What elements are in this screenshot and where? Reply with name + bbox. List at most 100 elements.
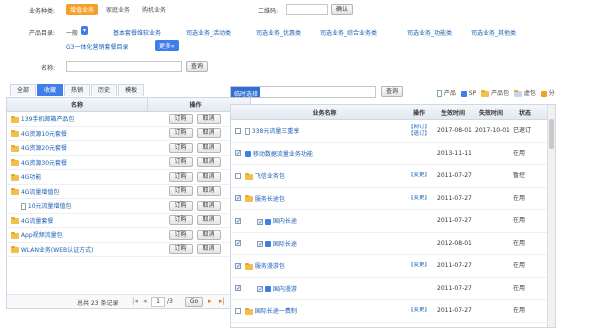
list-item[interactable]: 4G流量套餐 订购 取消: [7, 214, 250, 228]
cancel-button[interactable]: 取消: [196, 200, 221, 211]
table-row[interactable]: 338元流量三重享 【网订】【退订】 2017-08-01 2017-10-01 已退订: [231, 120, 555, 143]
order-button[interactable]: 订购: [168, 215, 193, 226]
category-item-g3[interactable]: G3一体化营销套餐目录: [66, 42, 128, 51]
row-checkbox[interactable]: [257, 241, 263, 248]
row-checkbox[interactable]: [235, 262, 241, 269]
row-checkbox[interactable]: [235, 307, 241, 314]
order-button[interactable]: 订购: [168, 157, 193, 168]
product-name[interactable]: 4G资源10元套餐: [21, 131, 67, 138]
right-scrollbar-thumb[interactable]: [549, 119, 554, 149]
row-checkbox[interactable]: [235, 172, 241, 179]
selection-search-input[interactable]: 临时选择: [230, 86, 376, 98]
order-button[interactable]: 订购: [168, 244, 193, 255]
cancel-button[interactable]: 取消: [196, 128, 221, 139]
biz-name[interactable]: 国际长途: [273, 241, 297, 248]
cancel-button[interactable]: 取消: [196, 244, 221, 255]
selection-search-button[interactable]: 查询: [381, 86, 403, 97]
list-item[interactable]: 4G流量增值包 订购 取消: [7, 185, 250, 199]
qr-confirm-button[interactable]: 确认: [331, 4, 353, 15]
biz-type-home[interactable]: 家庭业务: [106, 5, 130, 14]
table-row[interactable]: 国际长途一费制 【变更】 2011-07-27 在用: [231, 300, 555, 323]
order-button[interactable]: 订购: [168, 113, 193, 124]
biz-type-phone[interactable]: 购机业务: [142, 5, 166, 14]
tab-favorites[interactable]: 收藏: [37, 84, 64, 96]
row-checkbox[interactable]: [235, 240, 241, 247]
right-scrollbar[interactable]: [547, 105, 555, 327]
product-name[interactable]: WLAN业务(WEB认证方式): [21, 247, 94, 254]
table-row[interactable]: 国际长途 2012-08-01 在用: [231, 233, 555, 255]
table-row[interactable]: 移动数据流量业务功能 2013-11-11 在用: [231, 143, 555, 165]
category-item-activity[interactable]: 司选业务_活动类: [186, 28, 231, 37]
biz-name[interactable]: 国内长途: [273, 218, 297, 225]
order-button[interactable]: 订购: [168, 142, 193, 153]
cancel-button[interactable]: 取消: [196, 157, 221, 168]
row-op-link[interactable]: 【变更】: [404, 262, 434, 269]
category-dropdown-icon[interactable]: ▾: [81, 26, 89, 35]
biz-name[interactable]: 338元流量三重享: [252, 128, 299, 135]
list-item[interactable]: 4G资源10元套餐 订购 取消: [7, 127, 250, 141]
row-checkbox[interactable]: [235, 195, 241, 202]
product-name[interactable]: App视频流量包: [21, 232, 63, 239]
row-checkbox[interactable]: [235, 127, 241, 134]
order-button[interactable]: 订购: [168, 229, 193, 240]
product-name[interactable]: 4G功能: [21, 174, 41, 181]
order-button[interactable]: 订购: [168, 128, 193, 139]
product-name[interactable]: 4G流量套餐: [21, 218, 53, 225]
pager-page-input[interactable]: 1: [151, 297, 165, 307]
biz-name[interactable]: 移动数据流量业务功能: [253, 151, 313, 158]
list-item[interactable]: 4G资源20元套餐 订购 取消: [7, 141, 250, 156]
category-more-button[interactable]: 更多»: [155, 40, 179, 51]
row-checkbox[interactable]: [235, 217, 241, 224]
name-search-button[interactable]: 查询: [186, 61, 208, 72]
pager-go-button[interactable]: Go: [185, 296, 203, 307]
tab-history[interactable]: 历史: [91, 84, 118, 96]
cancel-button[interactable]: 取消: [196, 215, 221, 226]
category-level-general[interactable]: 一般: [66, 28, 78, 37]
list-item[interactable]: App视频流量包 订购 取消: [7, 228, 250, 243]
pager-last-icon[interactable]: ▸|: [219, 297, 225, 305]
name-input[interactable]: [66, 61, 182, 72]
product-name[interactable]: 139手机邮箱产品包: [21, 116, 74, 123]
cancel-button[interactable]: 取消: [196, 113, 221, 124]
category-item-basic[interactable]: 基本套餐维较业务: [113, 28, 161, 37]
biz-name[interactable]: 国内漫游: [273, 286, 297, 293]
biz-name[interactable]: 服务长途包: [255, 196, 285, 203]
table-row[interactable]: 服务漫游包 【变更】2011-07-27 在用: [231, 255, 555, 278]
biz-name[interactable]: 服务漫游包: [255, 263, 285, 270]
row-checkbox[interactable]: [235, 285, 241, 292]
product-name[interactable]: 4G资源20元套餐: [21, 145, 67, 152]
row-op-link[interactable]: 【变更】: [404, 307, 434, 314]
cancel-button[interactable]: 取消: [196, 171, 221, 182]
order-button[interactable]: 订购: [168, 186, 193, 197]
list-item[interactable]: 4G功能 订购 取消: [7, 170, 250, 185]
product-name[interactable]: 4G资源30元套餐: [21, 160, 67, 167]
category-item-discount[interactable]: 司选业务_优惠类: [256, 28, 301, 37]
product-name[interactable]: 4G流量增值包: [21, 189, 59, 196]
order-button[interactable]: 订购: [168, 171, 193, 182]
row-checkbox[interactable]: [235, 150, 241, 157]
row-checkbox[interactable]: [257, 218, 263, 225]
row-op-link[interactable]: 【变更】: [404, 172, 434, 179]
tab-hot[interactable]: 热销: [64, 84, 91, 96]
table-row[interactable]: 服务长途包 【变更】2011-07-27 在用: [231, 188, 555, 210]
biz-name[interactable]: 飞信业务包: [255, 173, 285, 180]
tab-all[interactable]: 全部: [10, 84, 37, 96]
pager-next-icon[interactable]: ▸: [208, 297, 212, 305]
category-item-function[interactable]: 司选业务_功能类: [407, 28, 452, 37]
pager-first-icon[interactable]: |◂: [132, 297, 138, 305]
product-name[interactable]: 10元流量增值包: [28, 203, 72, 210]
category-item-comprehensive[interactable]: 司选业务_综合业务类: [320, 28, 377, 37]
list-item[interactable]: 4G资源30元套餐 订购 取消: [7, 156, 250, 170]
qr-input[interactable]: [286, 4, 328, 15]
row-op-link[interactable]: 【网订】【退订】: [404, 124, 434, 138]
biz-type-value-added[interactable]: 增值业务: [66, 4, 99, 15]
table-row[interactable]: 国内漫游 2011-07-27 在用: [231, 278, 555, 300]
tab-template[interactable]: 模板: [118, 84, 145, 96]
table-row[interactable]: 国内长途 2011-07-27 在用: [231, 210, 555, 233]
category-item-other[interactable]: 司选业务_其他类: [471, 28, 516, 37]
list-item[interactable]: 139手机邮箱产品包 订购 取消: [7, 112, 250, 127]
biz-name[interactable]: 国际长途一费制: [255, 308, 297, 315]
cancel-button[interactable]: 取消: [196, 142, 221, 153]
pager-prev-icon[interactable]: ◂: [143, 297, 147, 305]
list-item[interactable]: 10元流量增值包 订购 取消: [7, 199, 250, 214]
